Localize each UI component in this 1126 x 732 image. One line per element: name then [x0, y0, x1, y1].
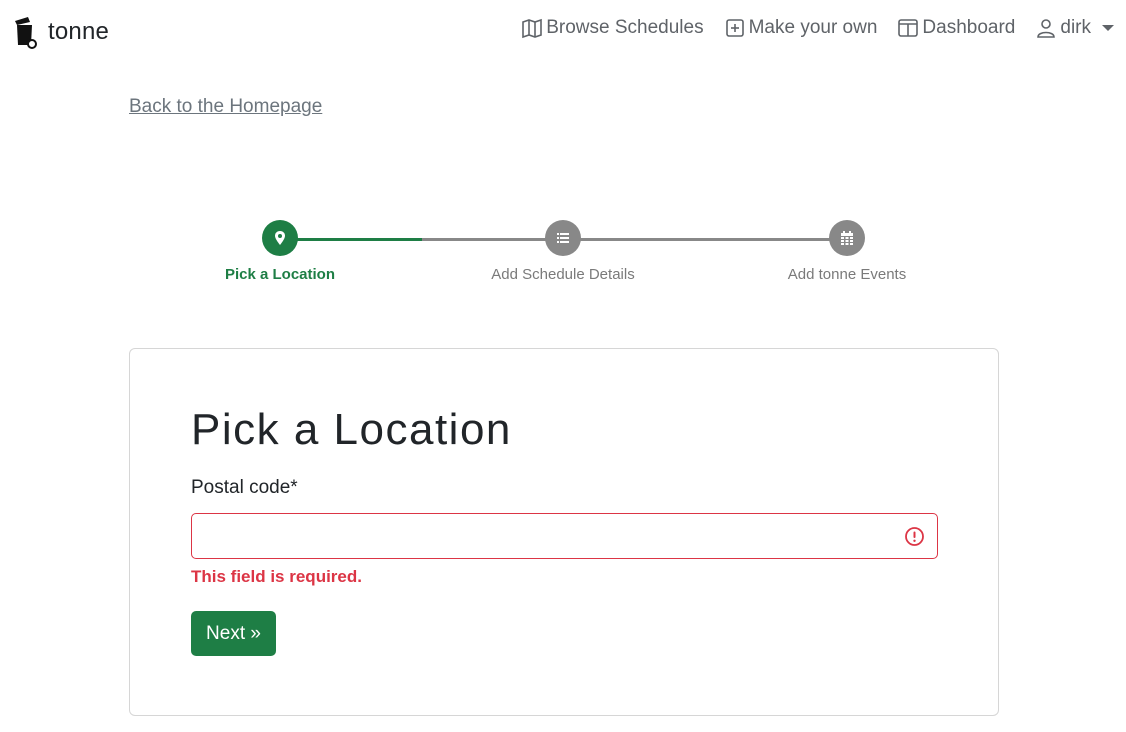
nav-links: Browse Schedules Make your own Dashboard	[521, 14, 1114, 42]
person-icon	[1037, 19, 1056, 38]
plus-square-icon	[725, 19, 744, 37]
postal-code-input[interactable]	[192, 514, 937, 558]
nav-make-your-own[interactable]: Make your own	[724, 17, 878, 39]
step-pick-location: Pick a Location	[160, 220, 400, 283]
map-icon	[522, 18, 543, 39]
calendar-icon	[841, 231, 853, 245]
step-label: Pick a Location	[224, 266, 336, 283]
trash-bin-icon	[15, 17, 37, 49]
nav-browse-schedules[interactable]: Browse Schedules	[521, 17, 704, 39]
nav-user-menu[interactable]: dirk	[1035, 17, 1114, 39]
postal-code-field	[191, 513, 938, 559]
location-pin-icon	[275, 231, 285, 245]
nav-make-your-own-label: Make your own	[748, 17, 878, 38]
back-to-homepage-link[interactable]: Back to the Homepage	[129, 96, 322, 118]
nav-user-name: dirk	[1060, 17, 1091, 38]
step-label: Add Schedule Details	[491, 266, 635, 283]
page-title: Pick a Location	[191, 405, 512, 454]
brand-name: tonne	[48, 18, 110, 45]
nav-browse-schedules-label: Browse Schedules	[546, 17, 704, 38]
step-circle	[262, 220, 298, 256]
postal-code-label: Postal code*	[191, 477, 298, 498]
step-circle	[545, 220, 581, 256]
step-add-schedule-details: Add Schedule Details	[443, 220, 683, 283]
next-button[interactable]: Next »	[191, 611, 276, 656]
exclamation-circle-icon	[905, 527, 924, 546]
step-label: Add tonne Events	[787, 266, 907, 283]
chevron-down-icon	[1102, 25, 1114, 31]
nav-dashboard[interactable]: Dashboard	[897, 17, 1015, 39]
step-add-tonne-events: Add tonne Events	[727, 220, 967, 283]
location-form-card: Pick a Location Postal code* This field …	[129, 348, 999, 716]
nav-dashboard-label: Dashboard	[922, 17, 1016, 38]
progress-stepper: Pick a Location Add Schedule Details Add…	[0, 218, 1126, 288]
layout-icon	[898, 19, 919, 37]
step-circle	[829, 220, 865, 256]
brand-link[interactable]: tonne	[12, 14, 109, 50]
list-icon	[557, 233, 569, 243]
navbar: tonne Browse Schedules Make your own Das…	[0, 0, 1126, 62]
postal-code-error: This field is required.	[191, 567, 362, 586]
